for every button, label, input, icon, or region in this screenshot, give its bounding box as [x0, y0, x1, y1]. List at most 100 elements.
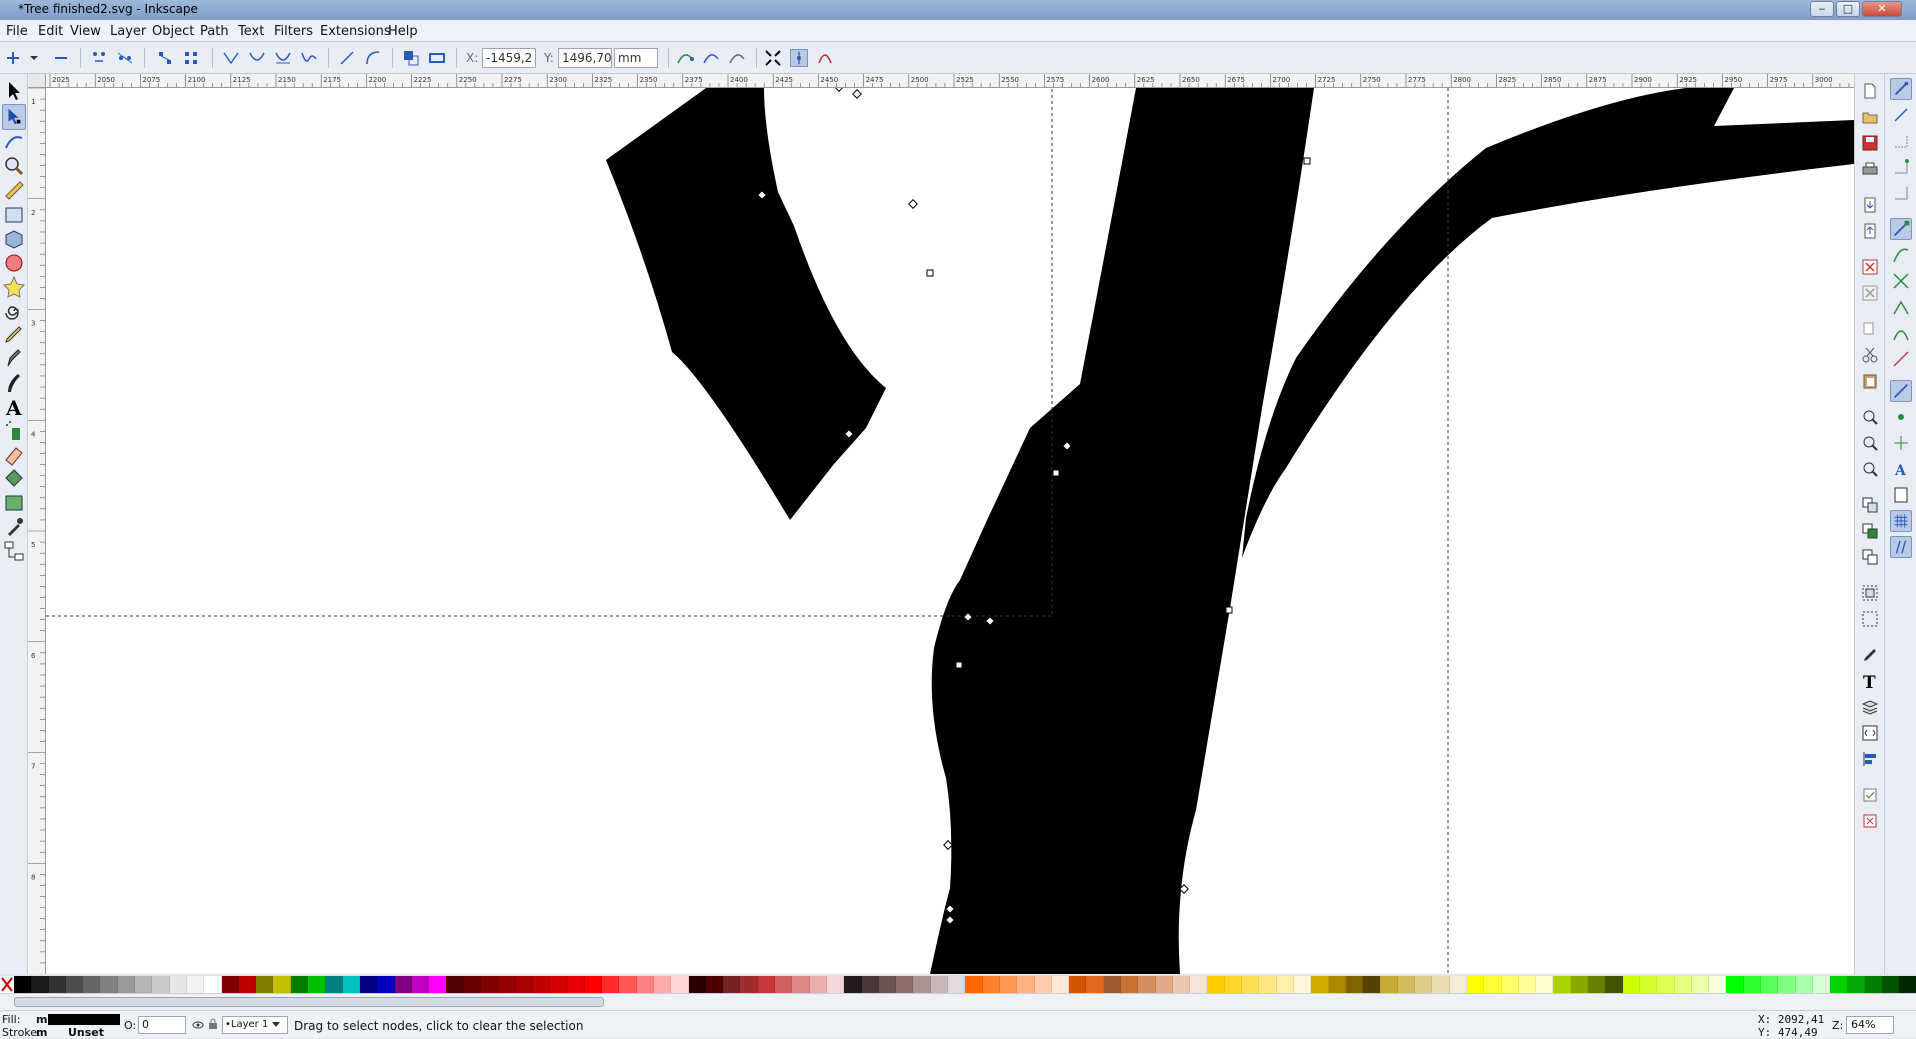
palette-swatch[interactable]: [290, 976, 309, 993]
palette-swatch[interactable]: [256, 976, 274, 993]
tweak-tool-icon[interactable]: [2, 130, 26, 156]
palette-swatch[interactable]: [1311, 976, 1329, 993]
palette-swatch[interactable]: [1882, 976, 1900, 993]
horizontal-scrollbar[interactable]: [0, 993, 1916, 1010]
zoom-drawing-icon[interactable]: [1861, 434, 1879, 452]
pencil-tool-icon[interactable]: [2, 322, 26, 348]
save-icon[interactable]: [1861, 134, 1879, 152]
close-button[interactable]: ✕: [1862, 1, 1902, 17]
palette-swatch[interactable]: [1276, 976, 1294, 993]
snap-smooth-nodes-icon[interactable]: [1890, 322, 1912, 344]
palette-swatch[interactable]: [342, 976, 360, 993]
palette-swatch[interactable]: [809, 976, 827, 993]
palette-swatch[interactable]: [515, 976, 533, 993]
palette-swatch[interactable]: [186, 976, 205, 993]
segment-line-icon[interactable]: [338, 49, 356, 67]
palette-swatch[interactable]: [325, 976, 343, 993]
zoom-page-icon[interactable]: [1861, 460, 1879, 478]
stroke-to-path-icon[interactable]: [428, 49, 446, 67]
palette-swatch[interactable]: [48, 976, 66, 993]
x-coordinate-input[interactable]: -1459,2: [482, 48, 536, 68]
preferences-icon[interactable]: [1861, 786, 1879, 804]
y-coordinate-input[interactable]: 1496,70: [558, 48, 612, 68]
palette-swatch[interactable]: [1172, 976, 1191, 993]
palette-swatch[interactable]: [1224, 976, 1243, 993]
tree-drawing[interactable]: [46, 88, 1854, 974]
palette-swatch[interactable]: [1726, 976, 1744, 993]
palette-swatch[interactable]: [1345, 976, 1364, 993]
measure-tool-icon[interactable]: [2, 178, 26, 204]
snap-bbox-edge-icon[interactable]: [1890, 130, 1912, 152]
snap-enable-icon[interactable]: [1890, 78, 1912, 100]
minimize-button[interactable]: ‒: [1810, 1, 1834, 17]
left-branch-path[interactable]: [606, 88, 886, 520]
palette-swatch[interactable]: [394, 976, 412, 993]
palette-swatch[interactable]: [1328, 976, 1346, 993]
palette-swatch[interactable]: [1103, 976, 1121, 993]
spiral-tool-icon[interactable]: [2, 298, 26, 324]
palette-swatch[interactable]: [878, 976, 897, 993]
palette-swatch[interactable]: [775, 976, 793, 993]
palette-swatch[interactable]: [1207, 976, 1225, 993]
palette-swatch[interactable]: [792, 976, 810, 993]
star-tool-icon[interactable]: [2, 274, 26, 300]
palette-swatch[interactable]: [1155, 976, 1173, 993]
duplicate-icon[interactable]: [1861, 496, 1879, 514]
selector-tool-icon[interactable]: [2, 78, 26, 104]
palette-swatch[interactable]: [1830, 976, 1848, 993]
fill-swatch[interactable]: [48, 1014, 120, 1025]
palette-swatch[interactable]: [1743, 976, 1761, 993]
redo-icon[interactable]: [1861, 284, 1879, 302]
import-icon[interactable]: [1861, 196, 1879, 214]
palette-swatch[interactable]: [1864, 976, 1883, 993]
delete-node-icon[interactable]: [52, 49, 70, 67]
snap-bbox-corner-icon[interactable]: [1890, 156, 1912, 178]
snap-grids-icon[interactable]: [1890, 510, 1912, 532]
snap-rotation-centers-icon[interactable]: [1890, 432, 1912, 454]
palette-swatch[interactable]: [1553, 976, 1571, 993]
node-auto-smooth-icon[interactable]: [300, 49, 318, 67]
palette-swatch[interactable]: [31, 976, 49, 993]
join-nodes-icon[interactable]: [90, 49, 108, 67]
trunk-path[interactable]: [930, 88, 1314, 974]
show-outline-icon[interactable]: [816, 49, 834, 67]
palette-swatch[interactable]: [1017, 976, 1035, 993]
palette-swatch[interactable]: [965, 976, 983, 993]
document-properties-icon[interactable]: [1861, 812, 1879, 830]
palette-swatch[interactable]: [308, 976, 326, 993]
show-handles-icon[interactable]: [790, 49, 808, 67]
snap-text-baseline-icon[interactable]: A: [1890, 458, 1912, 480]
palette-swatch[interactable]: [1242, 976, 1260, 993]
ungroup-icon[interactable]: [1861, 610, 1879, 628]
eraser-tool-icon[interactable]: [2, 442, 26, 468]
menu-path[interactable]: Path: [200, 24, 229, 39]
palette-swatch[interactable]: [14, 976, 32, 993]
text-font-icon[interactable]: T: [1861, 672, 1879, 690]
palette-swatch[interactable]: [100, 976, 118, 993]
palette-swatch[interactable]: [1518, 976, 1537, 993]
palette-swatch[interactable]: [1380, 976, 1398, 993]
node-symmetric-icon[interactable]: [274, 49, 292, 67]
palette-swatch[interactable]: [152, 976, 170, 993]
snap-paths-icon[interactable]: [1890, 244, 1912, 266]
drawing-canvas[interactable]: [46, 88, 1854, 974]
layers-icon[interactable]: [1861, 698, 1879, 716]
color-palette[interactable]: [0, 976, 1916, 993]
palette-swatch[interactable]: [463, 976, 482, 993]
snap-object-centers-icon[interactable]: [1890, 406, 1912, 428]
zoom-tool-icon[interactable]: [2, 154, 26, 180]
palette-swatch[interactable]: [65, 976, 84, 993]
palette-swatch[interactable]: [550, 976, 568, 993]
palette-swatch[interactable]: [221, 976, 239, 993]
palette-swatch[interactable]: [1536, 976, 1554, 993]
snap-others-icon[interactable]: [1890, 380, 1912, 402]
palette-swatch[interactable]: [705, 976, 724, 993]
menu-text[interactable]: Text: [238, 24, 264, 39]
snap-page-border-icon[interactable]: [1890, 484, 1912, 506]
palette-swatch[interactable]: [999, 976, 1018, 993]
open-folder-icon[interactable]: [1861, 108, 1879, 126]
chevron-down-icon[interactable]: [28, 49, 40, 67]
no-paint-swatch[interactable]: [0, 976, 14, 993]
palette-swatch[interactable]: [896, 976, 914, 993]
menu-filters[interactable]: Filters: [274, 24, 313, 39]
